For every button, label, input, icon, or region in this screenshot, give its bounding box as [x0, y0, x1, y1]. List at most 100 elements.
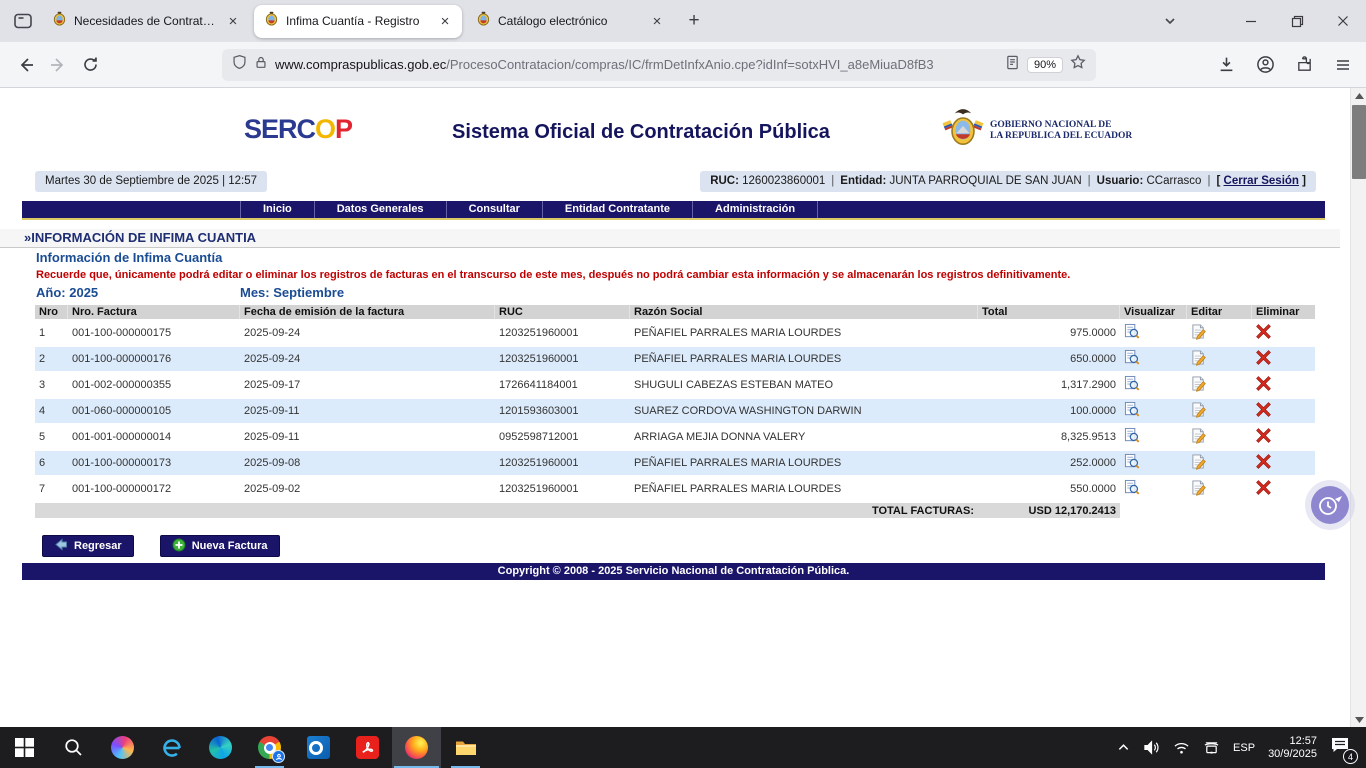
bracket: ] — [1302, 175, 1306, 187]
cell-fecha: 2025-09-24 — [240, 347, 495, 371]
scrollbar-thumb[interactable] — [1352, 105, 1366, 179]
editar-icon[interactable] — [1191, 427, 1207, 447]
visualizar-icon[interactable] — [1124, 401, 1140, 421]
outlook-icon[interactable] — [294, 727, 343, 768]
cell-fecha: 2025-09-08 — [240, 451, 495, 475]
eliminar-icon[interactable] — [1256, 402, 1271, 420]
visualizar-icon[interactable] — [1124, 479, 1140, 499]
eliminar-icon[interactable] — [1256, 454, 1271, 472]
reader-view-icon[interactable] — [1005, 55, 1020, 75]
list-all-tabs-icon[interactable] — [1156, 7, 1184, 35]
volume-icon[interactable] — [1143, 740, 1160, 755]
cell-editar — [1187, 373, 1252, 397]
vertical-scrollbar[interactable] — [1350, 88, 1366, 727]
new-tab-button[interactable]: + — [680, 7, 708, 35]
chrome-icon[interactable] — [245, 727, 294, 768]
taskbar-search-icon[interactable] — [49, 727, 98, 768]
firefox-icon[interactable] — [392, 727, 441, 768]
sercop-logo: SERCOP — [244, 114, 352, 145]
cell-total: 1,317.2900 — [978, 373, 1120, 397]
editar-icon[interactable] — [1191, 401, 1207, 421]
reload-icon[interactable] — [74, 49, 106, 81]
visualizar-icon[interactable] — [1124, 375, 1140, 395]
eliminar-icon[interactable] — [1256, 350, 1271, 368]
minimize-icon[interactable] — [1228, 0, 1274, 42]
tracking-shield-icon[interactable] — [232, 54, 247, 75]
tab-close-icon[interactable]: × — [436, 13, 454, 30]
firefox-view-icon[interactable] — [8, 6, 38, 36]
wifi-icon[interactable] — [1173, 741, 1190, 755]
floating-clock-widget[interactable] — [1311, 486, 1349, 524]
logout-link[interactable]: Cerrar Sesión — [1224, 175, 1299, 187]
tray-chevron-up-icon[interactable] — [1117, 741, 1130, 754]
visualizar-icon[interactable] — [1124, 349, 1140, 369]
tab-catalogo[interactable]: Catálogo electrónico × — [466, 5, 674, 38]
bookmark-star-icon[interactable] — [1070, 54, 1086, 75]
visualizar-icon[interactable] — [1124, 453, 1140, 473]
nav-item-administracion[interactable]: Administración — [692, 201, 818, 218]
nav-item-consultar[interactable]: Consultar — [446, 201, 542, 218]
cell-editar — [1187, 477, 1252, 501]
entity-label: Entidad: — [840, 175, 886, 187]
cell-razon-social: SHUGULI CABEZAS ESTEBAN MATEO — [630, 373, 978, 397]
cell-factura: 001-100-000000176 — [68, 347, 240, 371]
visualizar-icon[interactable] — [1124, 323, 1140, 343]
scroll-up-icon[interactable] — [1351, 88, 1366, 103]
total-value: USD 12,170.2413 — [978, 503, 1120, 518]
edge-icon[interactable] — [196, 727, 245, 768]
keyboard-language[interactable]: ESP — [1233, 742, 1255, 754]
back-icon[interactable] — [10, 49, 42, 81]
editar-icon[interactable] — [1191, 479, 1207, 499]
tab-infima-cuantia[interactable]: Infima Cuantía - Registro × — [254, 5, 462, 38]
restore-icon[interactable] — [1274, 0, 1320, 42]
extensions-puzzle-icon[interactable] — [1291, 52, 1317, 78]
zoom-level-chip[interactable]: 90% — [1027, 57, 1063, 73]
eliminar-icon[interactable] — [1256, 428, 1271, 446]
start-button[interactable] — [0, 727, 49, 768]
account-icon[interactable] — [1252, 52, 1278, 78]
eliminar-icon[interactable] — [1256, 376, 1271, 394]
nav-item-entidad-contratante[interactable]: Entidad Contratante — [542, 201, 692, 218]
tab-title: Infima Cuantía - Registro — [286, 14, 429, 28]
nueva-factura-button[interactable]: Nueva Factura — [160, 535, 280, 557]
tab-close-icon[interactable]: × — [224, 13, 242, 30]
eliminar-icon[interactable] — [1256, 324, 1271, 342]
section-subtitle: Información de Infima Cuantía — [36, 250, 222, 265]
cell-factura: 001-001-000000014 — [68, 425, 240, 449]
editar-icon[interactable] — [1191, 323, 1207, 343]
downloads-icon[interactable] — [1213, 52, 1239, 78]
internet-explorer-icon[interactable] — [147, 727, 196, 768]
close-icon[interactable] — [1320, 0, 1366, 42]
tab-close-icon[interactable]: × — [648, 13, 666, 30]
notification-badge: 4 — [1343, 749, 1358, 764]
nav-item-datos-generales[interactable]: Datos Generales — [314, 201, 446, 218]
tab-necesidades[interactable]: Necesidades de Contratación y × — [42, 5, 250, 38]
eliminar-icon[interactable] — [1256, 480, 1271, 498]
cell-factura: 001-002-000000355 — [68, 373, 240, 397]
menu-hamburger-icon[interactable] — [1330, 52, 1356, 78]
file-explorer-icon[interactable] — [441, 727, 490, 768]
scroll-down-icon[interactable] — [1351, 712, 1366, 727]
lock-icon[interactable] — [254, 55, 268, 75]
acrobat-icon[interactable] — [343, 727, 392, 768]
wireless-display-icon[interactable] — [1203, 740, 1220, 755]
visualizar-icon[interactable] — [1124, 427, 1140, 447]
entity-value: JUNTA PARROQUIAL DE SAN JUAN — [890, 175, 1082, 187]
url-bar[interactable]: www.compraspublicas.gob.ec/ProcesoContra… — [222, 49, 1096, 81]
cell-visualizar — [1120, 347, 1187, 371]
col-nro: Nro — [35, 305, 68, 319]
taskbar-clock[interactable]: 12:57 30/9/2025 — [1268, 735, 1317, 761]
cell-fecha: 2025-09-11 — [240, 425, 495, 449]
nav-item-inicio[interactable]: Inicio — [240, 201, 314, 218]
editar-icon[interactable] — [1191, 375, 1207, 395]
editar-icon[interactable] — [1191, 349, 1207, 369]
cell-razon-social: PEÑAFIEL PARRALES MARIA LOURDES — [630, 451, 978, 475]
forward-icon[interactable] — [42, 49, 74, 81]
action-center-icon[interactable]: 4 — [1330, 736, 1356, 759]
cell-visualizar — [1120, 373, 1187, 397]
browser-toolbar: www.compraspublicas.gob.ec/ProcesoContra… — [0, 42, 1366, 88]
regresar-button[interactable]: Regresar — [42, 535, 134, 557]
copilot-icon[interactable] — [98, 727, 147, 768]
table-row: 7 001-100-000000172 2025-09-02 120325196… — [35, 477, 1315, 501]
editar-icon[interactable] — [1191, 453, 1207, 473]
